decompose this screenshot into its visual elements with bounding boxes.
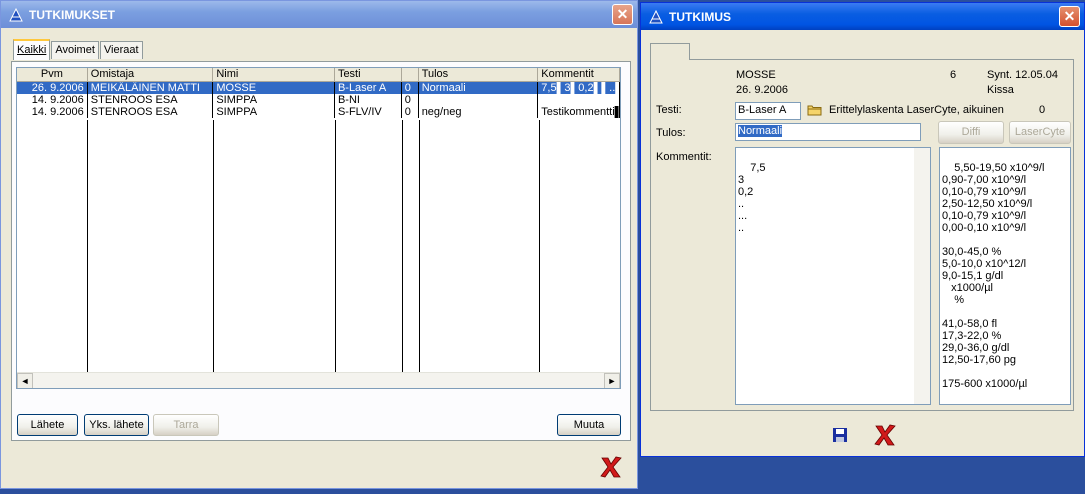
titlebar[interactable]: TUTKIMUS ✕	[641, 3, 1084, 30]
cell-flag: 0	[402, 94, 419, 106]
tulos-field[interactable]: Normaali	[735, 123, 921, 141]
cell-pvm: 14. 9.2006	[17, 94, 88, 106]
col-omistaja[interactable]: Omistaja	[88, 68, 214, 81]
patient-date: 26. 9.2006	[736, 84, 788, 96]
table-row[interactable]: 14. 9.2006 STENROOS ESA SIMPPA S-FLV/IV 0 neg…	[17, 106, 620, 118]
cell-pvm: 14. 9.2006	[17, 106, 88, 118]
tarra-button[interactable]: Tarra	[153, 414, 219, 436]
testi-label: Testi:	[656, 104, 682, 116]
muuta-button[interactable]: Muuta	[557, 414, 621, 436]
cell-omistaja: MEIKÄLÄINEN MATTI	[88, 82, 214, 94]
grid-rows: 26. 9.2006 MEIKÄLÄINEN MATTI MOSSE B-Laser …	[17, 82, 620, 118]
lasercyte-button[interactable]: LaserCyte	[1009, 121, 1071, 144]
tutkimus-window: TUTKIMUS ✕ MOSSE 26. 9.2006 6 Synt. 12.0…	[640, 2, 1085, 457]
cell-kommentit: Testikommentti▌	[538, 106, 620, 118]
tab-label: Vieraat	[103, 44, 139, 56]
arrow-right-icon: ►	[607, 376, 617, 386]
results-grid[interactable]: Pvm Omistaja Nimi Testi Tulos Kommentit …	[16, 67, 621, 389]
cell-testi: S-FLV/IV	[335, 106, 402, 118]
cell-omistaja: STENROOS ESA	[88, 106, 214, 118]
arrow-left-icon: ◄	[20, 376, 30, 386]
tulos-value: Normaali	[738, 125, 783, 137]
tab-vieraat[interactable]: Vieraat	[99, 41, 143, 59]
window-title: TUTKIMUS	[669, 9, 731, 24]
patient-age: 6	[950, 69, 957, 81]
tab-kaikki[interactable]: Kaikki	[13, 39, 51, 60]
col-testi[interactable]: Testi	[335, 68, 402, 81]
app-icon	[649, 9, 663, 24]
reference-text: 5,50-19,50 x10^9/l 0,90-7,00 x10^9/l 0,1…	[942, 162, 1045, 390]
kommentit-label: Kommentit:	[656, 151, 712, 163]
col-kommentit[interactable]: Kommentit	[538, 68, 620, 81]
horizontal-scrollbar[interactable]: ◄ ►	[17, 372, 620, 388]
patient-name: MOSSE	[736, 69, 776, 81]
cell-flag: 0	[402, 106, 419, 118]
col-nimi[interactable]: Nimi	[213, 68, 335, 81]
lahete-button[interactable]: Lähete	[17, 414, 78, 436]
col-pvm[interactable]: Pvm	[17, 68, 88, 81]
cell-nimi: MOSSE	[213, 82, 335, 94]
close-icon: ✕	[1063, 8, 1076, 24]
delete-icon[interactable]	[599, 455, 623, 479]
tab-label: Avoimet	[55, 44, 95, 56]
cell-testi: B-NI	[335, 94, 402, 106]
tutkimukset-window: TUTKIMUKSET ✕ Kaikki Avoimet Vieraat Pvm…	[0, 0, 638, 489]
delete-icon[interactable]	[873, 423, 897, 447]
cell-nimi: SIMPPA	[213, 106, 335, 118]
tab-strip: Kaikki Avoimet Vieraat	[13, 39, 144, 60]
scroll-right-button[interactable]: ►	[604, 373, 620, 388]
cell-nimi: SIMPPA	[213, 94, 335, 106]
yks-lahete-button[interactable]: Yks. lähete	[84, 414, 149, 436]
testi-field[interactable]: B-Laser A	[735, 102, 801, 120]
titlebar[interactable]: TUTKIMUKSET ✕	[1, 1, 637, 28]
kommentit-memo[interactable]: 7,5 3 0,2 .. ... ..	[735, 147, 931, 405]
diffi-button[interactable]: Diffi	[938, 121, 1004, 144]
app-icon	[9, 7, 23, 22]
cell-omistaja: STENROOS ESA	[88, 94, 214, 106]
cell-kommentit	[538, 94, 620, 106]
patient-birth: Synt. 12.05.04	[987, 69, 1058, 81]
col-tulos[interactable]: Tulos	[419, 68, 539, 81]
table-row[interactable]: 26. 9.2006 MEIKÄLÄINEN MATTI MOSSE B-Laser …	[17, 82, 620, 94]
testi-description: Erittelylaskenta LaserCyte, aikuinen	[829, 104, 1004, 116]
close-button[interactable]: ✕	[1059, 6, 1080, 27]
patient-species: Kissa	[987, 84, 1014, 96]
column-lines	[17, 120, 620, 372]
cell-kommentit: 7,5▌3▌0,2▌▌..▌▌..▌▌...	[538, 82, 620, 94]
col-flag[interactable]	[402, 68, 419, 81]
vertical-scrollbar[interactable]	[914, 148, 930, 404]
window-title: TUTKIMUKSET	[29, 7, 115, 22]
grid-header: Pvm Omistaja Nimi Testi Tulos Kommentit	[17, 68, 620, 82]
cell-pvm: 26. 9.2006	[17, 82, 88, 94]
cell-testi: B-Laser A	[335, 82, 402, 94]
tulos-label: Tulos:	[656, 127, 686, 139]
table-row[interactable]: 14. 9.2006 STENROOS ESA SIMPPA B-NI 0	[17, 94, 620, 106]
scroll-left-button[interactable]: ◄	[17, 373, 33, 388]
detail-tab[interactable]	[650, 43, 690, 60]
cell-tulos: Normaali	[419, 82, 539, 94]
save-icon[interactable]	[832, 427, 848, 443]
testi-count: 0	[1039, 104, 1046, 116]
close-icon: ✕	[616, 6, 629, 22]
cell-tulos: neg/neg	[419, 106, 539, 118]
reference-memo[interactable]: 5,50-19,50 x10^9/l 0,90-7,00 x10^9/l 0,1…	[939, 147, 1071, 405]
cell-tulos	[419, 94, 539, 106]
comment-text: 7,5 3 0,2 .. ... ..	[738, 162, 766, 234]
close-button[interactable]: ✕	[612, 4, 633, 25]
folder-icon[interactable]	[807, 104, 822, 116]
tab-label: Kaikki	[17, 44, 47, 56]
cell-flag: 0	[402, 82, 419, 94]
tab-avoimet[interactable]: Avoimet	[51, 41, 99, 59]
